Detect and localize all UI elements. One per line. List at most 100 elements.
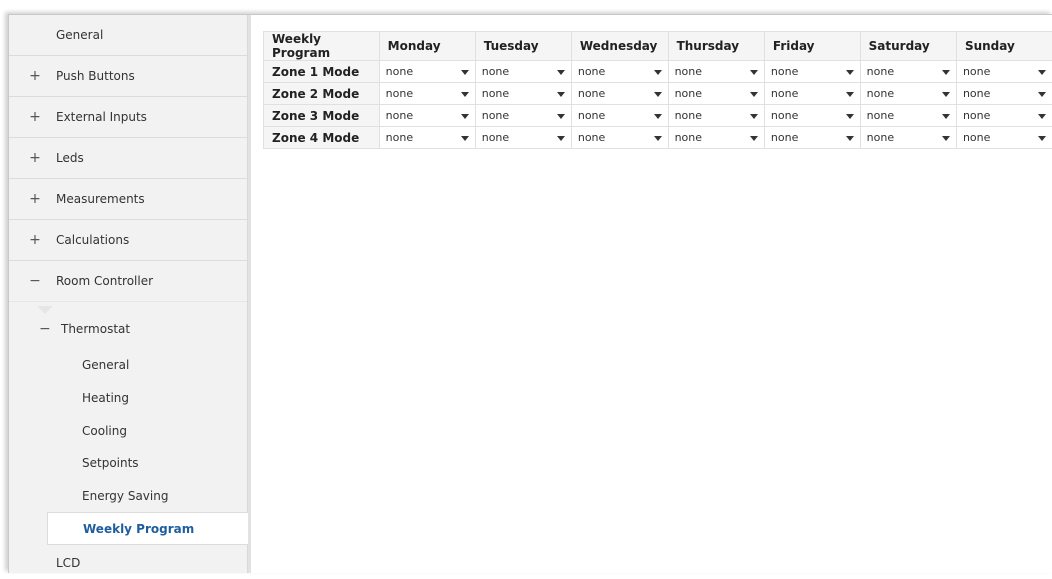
sidebar-item-lcd[interactable]: LCD <box>9 546 247 579</box>
sidebar-item-room-controller[interactable]: − Room Controller <box>9 261 247 302</box>
sidebar-item-label: Energy Saving <box>82 489 168 503</box>
dropdown-arrow-icon <box>750 136 758 141</box>
mode-select[interactable]: none <box>957 83 1052 104</box>
mode-select[interactable]: none <box>380 61 475 82</box>
mode-select[interactable]: none <box>765 61 860 82</box>
sidebar-subitem-general[interactable]: General <box>9 348 247 381</box>
dropdown-arrow-icon <box>557 114 565 119</box>
dropdown-arrow-icon <box>846 136 854 141</box>
sidebar-item-label: Measurements <box>56 192 145 206</box>
mode-select[interactable]: none <box>957 127 1052 148</box>
mode-select[interactable]: none <box>765 105 860 126</box>
dropdown-arrow-icon <box>654 70 662 75</box>
sidebar-subitem-cooling[interactable]: Cooling <box>9 414 247 447</box>
sidebar-item-push-buttons[interactable]: + Push Buttons <box>9 56 247 97</box>
select-value: none <box>578 109 605 122</box>
row-label: Zone 1 Mode <box>264 61 380 83</box>
sidebar-item-label: Calculations <box>56 233 129 247</box>
select-value: none <box>963 109 990 122</box>
dropdown-arrow-icon <box>846 114 854 119</box>
table-row: Zone 2 Mode none none none none none non… <box>264 83 1052 105</box>
dropdown-arrow-icon <box>942 114 950 119</box>
dropdown-arrow-icon <box>942 136 950 141</box>
mode-select[interactable]: none <box>669 61 764 82</box>
column-header-thursday: Thursday <box>668 32 764 61</box>
sidebar-item-measurements[interactable]: + Measurements <box>9 179 247 220</box>
mode-select[interactable]: none <box>380 127 475 148</box>
dropdown-arrow-icon <box>461 114 469 119</box>
mode-select[interactable]: none <box>476 83 571 104</box>
sidebar-item-general[interactable]: General <box>9 15 247 56</box>
sidebar-item-label: Thermostat <box>61 322 130 336</box>
dropdown-arrow-icon <box>1038 70 1046 75</box>
column-header-friday: Friday <box>764 32 860 61</box>
mode-select[interactable]: none <box>861 83 956 104</box>
dropdown-arrow-icon <box>1038 92 1046 97</box>
select-value: none <box>867 87 894 100</box>
expand-icon[interactable]: + <box>29 150 41 166</box>
select-value: none <box>386 109 413 122</box>
column-header-sunday: Sunday <box>956 32 1052 61</box>
column-header-saturday: Saturday <box>860 32 956 61</box>
expand-icon[interactable]: + <box>29 232 41 248</box>
expand-icon[interactable]: + <box>29 68 41 84</box>
sidebar-item-label: Leds <box>56 151 84 165</box>
collapse-icon[interactable]: − <box>39 321 51 337</box>
sidebar-subitem-weekly-program[interactable]: Weekly Program <box>47 512 251 545</box>
mode-select[interactable]: none <box>765 83 860 104</box>
dropdown-arrow-icon <box>1038 114 1046 119</box>
mode-select[interactable]: none <box>476 105 571 126</box>
mode-select[interactable]: none <box>380 105 475 126</box>
column-header-wednesday: Wednesday <box>571 32 668 61</box>
sidebar-subitem-setpoints[interactable]: Setpoints <box>9 446 247 479</box>
dropdown-arrow-icon <box>557 136 565 141</box>
select-value: none <box>578 87 605 100</box>
mode-select[interactable]: none <box>572 61 668 82</box>
dropdown-arrow-icon <box>750 114 758 119</box>
sidebar-subitem-energy-saving[interactable]: Energy Saving <box>9 479 247 512</box>
mode-select[interactable]: none <box>476 127 571 148</box>
select-value: none <box>771 131 798 144</box>
dropdown-arrow-icon <box>557 92 565 97</box>
dropdown-arrow-icon <box>942 92 950 97</box>
expand-icon[interactable]: + <box>29 109 41 125</box>
dropdown-arrow-icon <box>461 136 469 141</box>
sidebar: General + Push Buttons + External Inputs… <box>9 15 248 573</box>
sidebar-item-leds[interactable]: + Leds <box>9 138 247 179</box>
mode-select[interactable]: none <box>861 61 956 82</box>
mode-select[interactable]: none <box>765 127 860 148</box>
mode-select[interactable]: none <box>669 127 764 148</box>
mode-select[interactable]: none <box>476 61 571 82</box>
mode-select[interactable]: none <box>572 83 668 104</box>
mode-select[interactable]: none <box>957 61 1052 82</box>
select-value: none <box>386 131 413 144</box>
table-row: Zone 1 Mode none none none none none non… <box>264 61 1052 83</box>
column-header-weekly-program: Weekly Program <box>264 32 380 61</box>
mode-select[interactable]: none <box>861 127 956 148</box>
mode-select[interactable]: none <box>957 105 1052 126</box>
sidebar-item-thermostat[interactable]: − Thermostat <box>9 312 247 345</box>
select-value: none <box>386 87 413 100</box>
dropdown-arrow-icon <box>846 92 854 97</box>
dropdown-arrow-icon <box>750 92 758 97</box>
sidebar-item-label: Cooling <box>82 424 127 438</box>
sidebar-item-calculations[interactable]: + Calculations <box>9 220 247 261</box>
mode-select[interactable]: none <box>669 83 764 104</box>
sidebar-item-label: LCD <box>56 556 80 570</box>
mode-select[interactable]: none <box>669 105 764 126</box>
expand-icon[interactable]: + <box>29 191 41 207</box>
mode-select[interactable]: none <box>572 127 668 148</box>
dropdown-arrow-icon <box>750 70 758 75</box>
select-value: none <box>771 87 798 100</box>
sidebar-item-external-inputs[interactable]: + External Inputs <box>9 97 247 138</box>
mode-select[interactable]: none <box>861 105 956 126</box>
mode-select[interactable]: none <box>572 105 668 126</box>
sidebar-subitem-heating[interactable]: Heating <box>9 381 247 414</box>
table-row: Zone 4 Mode none none none none none non… <box>264 127 1052 149</box>
dropdown-arrow-icon <box>461 92 469 97</box>
mode-select[interactable]: none <box>380 83 475 104</box>
dropdown-arrow-icon <box>654 136 662 141</box>
sidebar-scrollbar[interactable] <box>248 15 251 573</box>
collapse-icon[interactable]: − <box>29 273 41 289</box>
table-row: Zone 3 Mode none none none none none non… <box>264 105 1052 127</box>
